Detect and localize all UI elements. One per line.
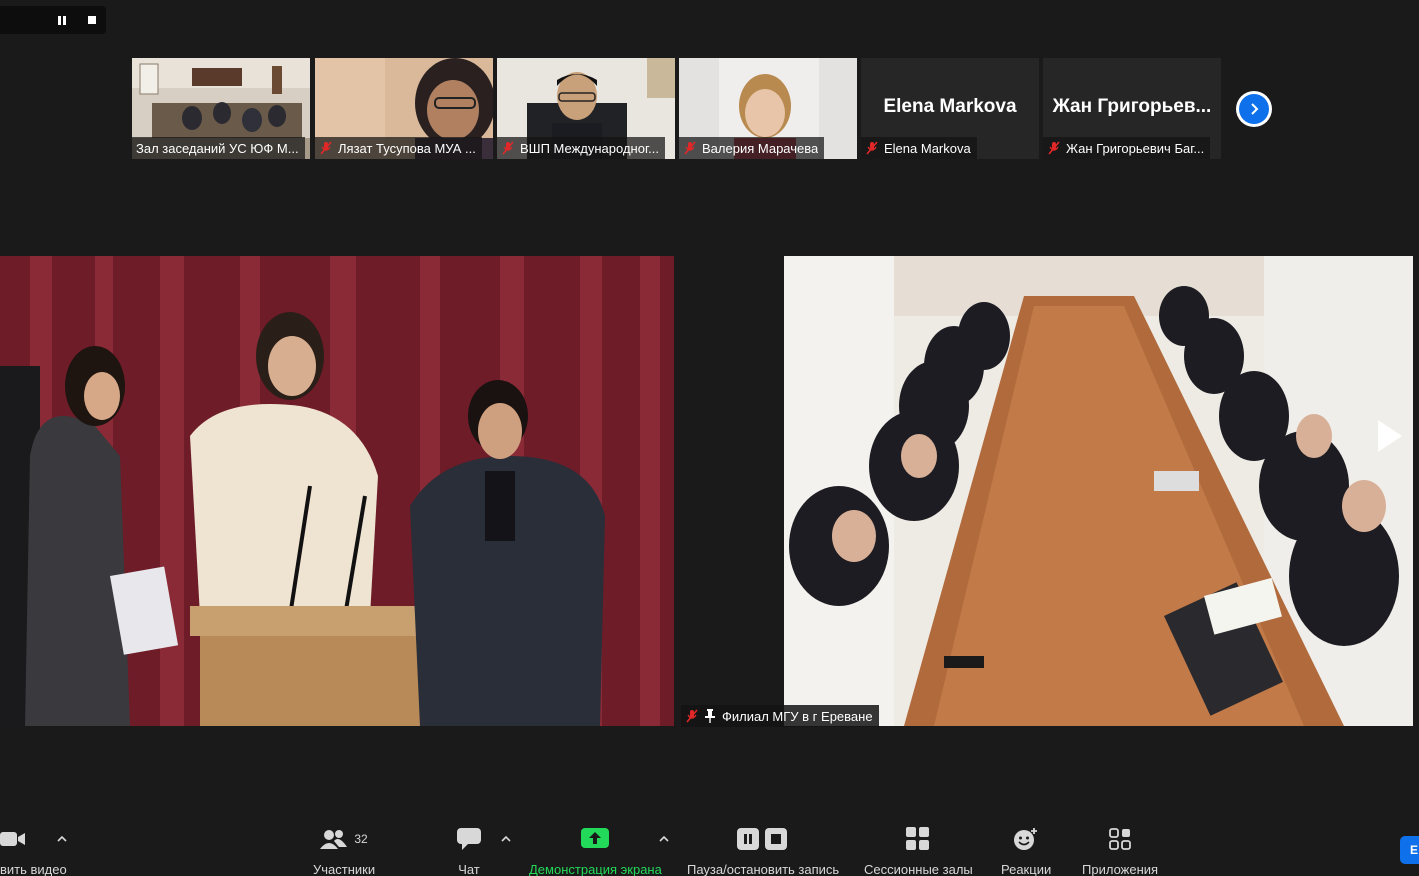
video-feed-classroom — [784, 256, 1413, 726]
participants-count: 32 — [354, 832, 368, 846]
mic-muted-icon — [320, 141, 332, 155]
main-video[interactable] — [0, 256, 674, 726]
thumb-label: Жан Григорьевич Баг... — [1066, 140, 1205, 156]
video-button[interactable]: вить видео — [0, 826, 67, 876]
pinned-video-label: Филиал МГУ в г Ереване — [681, 705, 879, 727]
thumb-label: ВШП Международног... — [520, 140, 659, 156]
participants-icon — [320, 830, 348, 849]
reactions-button[interactable]: Реакции — [1001, 826, 1051, 876]
pause-icon[interactable] — [54, 12, 70, 28]
recording-controls — [0, 6, 106, 34]
share-screen-button[interactable]: Демонстрация экрана — [529, 826, 662, 876]
video-feed-stage — [0, 256, 674, 726]
share-screen-label: Демонстрация экрана — [529, 862, 662, 876]
participant-tile[interactable]: Зал заседаний УС ЮФ М... — [132, 58, 310, 159]
share-screen-icon — [581, 828, 610, 848]
record-label: Пауза/остановить запись — [687, 862, 840, 876]
reactions-label: Реакции — [1001, 862, 1052, 876]
thumb-label: Зал заседаний УС ЮФ М... — [136, 140, 299, 156]
chat-icon — [457, 828, 481, 850]
apps-button[interactable]: Приложения — [1082, 826, 1158, 876]
thumb-label: Elena Markova — [884, 140, 971, 156]
participants-button[interactable]: 32 Участники — [313, 826, 375, 876]
pinned-video[interactable] — [784, 256, 1413, 726]
mic-muted-icon — [686, 709, 698, 723]
video-camera-icon — [0, 832, 25, 846]
participants-label: Участники — [313, 862, 376, 876]
chevron-up-icon[interactable] — [501, 835, 511, 843]
mic-muted-icon — [1048, 141, 1060, 155]
pin-icon — [705, 709, 715, 723]
participant-tile[interactable]: Лязат Тусупова МУА ... — [315, 58, 493, 159]
apps-label: Приложения — [1082, 862, 1159, 876]
participant-name-placeholder: Elena Markova — [883, 96, 1017, 117]
participant-thumbnails: Зал заседаний УС ЮФ М... Лязат Тусупова … — [132, 58, 1222, 160]
thumb-label: Лязат Тусупова МУА ... — [338, 140, 476, 156]
mic-muted-icon — [866, 141, 878, 155]
mic-muted-icon — [502, 141, 514, 155]
pause-stop-recording-button[interactable]: Пауза/остановить запись — [687, 826, 839, 876]
participant-tile[interactable]: Жан Григорьев... Жан Григорьевич Баг... — [1043, 58, 1221, 159]
chevron-up-icon[interactable] — [659, 835, 669, 843]
thumb-label: Валерия Марачева — [702, 140, 819, 156]
breakout-rooms-icon — [906, 827, 930, 850]
participant-tile[interactable]: Валерия Марачева — [679, 58, 857, 159]
chat-button[interactable]: Чат — [457, 826, 481, 876]
video-label: вить видео — [0, 862, 67, 876]
apps-icon — [1109, 828, 1131, 850]
end-meeting-button[interactable]: E — [1400, 836, 1419, 864]
meeting-toolbar: вить видео 32 Участники Чат Демонстрация… — [0, 812, 1419, 876]
stop-icon[interactable] — [84, 12, 100, 28]
breakout-label: Сессионные залы — [864, 862, 973, 876]
chevron-up-icon[interactable] — [57, 835, 67, 843]
pause-stop-recording-icon — [737, 828, 788, 850]
next-page-button[interactable] — [1236, 91, 1272, 127]
pinned-video-name: Филиал МГУ в г Ереване — [722, 708, 873, 724]
participant-tile[interactable]: Elena Markova Elena Markova — [861, 58, 1039, 159]
participant-tile[interactable]: ВШП Международног... — [497, 58, 675, 159]
breakout-rooms-button[interactable]: Сессионные залы — [864, 826, 973, 876]
mic-muted-icon — [684, 141, 696, 155]
chat-label: Чат — [458, 862, 480, 876]
play-right-icon[interactable] — [1374, 418, 1404, 454]
participant-name-placeholder: Жан Григорьев... — [1052, 96, 1212, 117]
chevron-right-icon — [1251, 103, 1259, 115]
reactions-icon — [1014, 828, 1038, 850]
